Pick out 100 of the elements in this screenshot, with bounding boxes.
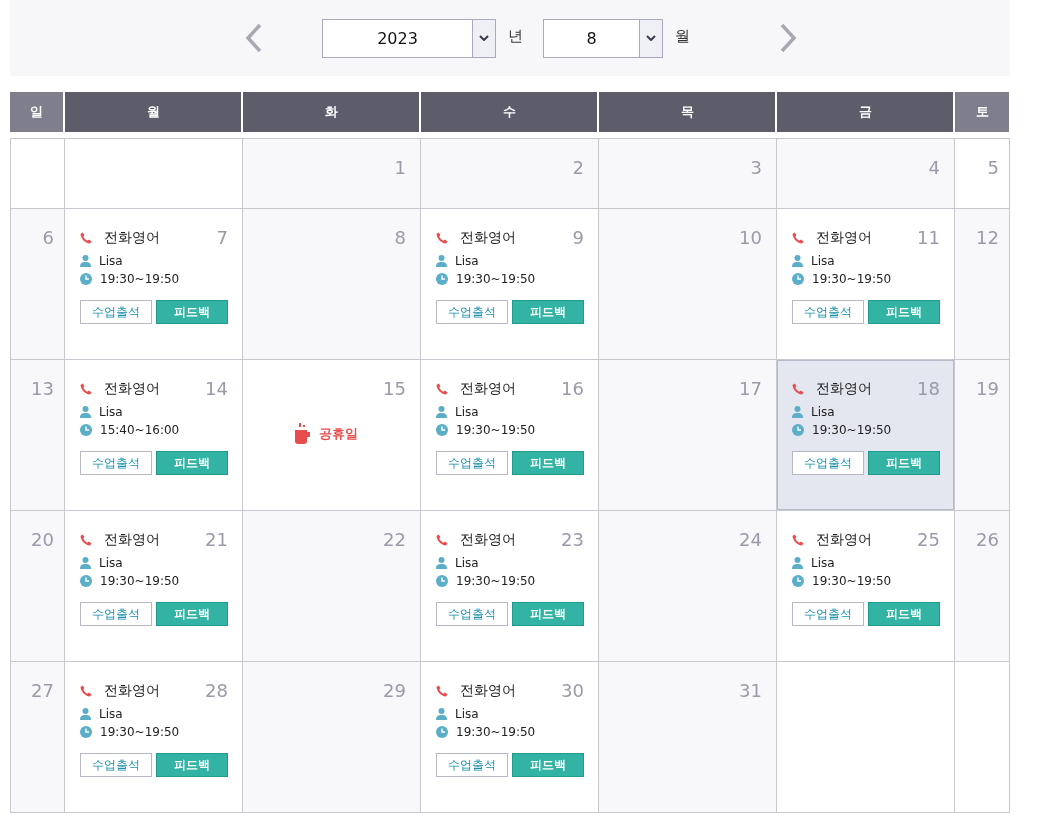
day-number: 28	[205, 680, 228, 702]
attendance-button[interactable]: 수업출석	[436, 602, 508, 626]
attendance-button[interactable]: 수업출석	[436, 300, 508, 324]
caret-icon	[646, 35, 656, 41]
lesson-title: 전화영어	[460, 380, 516, 398]
teacher-name: Lisa	[99, 706, 123, 721]
day-number: 3	[750, 157, 762, 179]
clock-icon	[80, 272, 92, 285]
day-number: 19	[976, 378, 999, 400]
feedback-button[interactable]: 피드백	[156, 451, 228, 475]
person-icon	[80, 556, 91, 569]
lesson-time: 15:40~16:00	[100, 422, 180, 437]
lesson-time: 19:30~19:50	[812, 422, 892, 437]
day-number: 15	[383, 378, 406, 400]
attendance-button[interactable]: 수업출석	[80, 451, 152, 475]
teacher-name: Lisa	[99, 404, 123, 419]
person-icon	[436, 556, 447, 569]
teacher-name: Lisa	[455, 555, 479, 570]
person-icon	[792, 254, 803, 267]
teacher-name: Lisa	[811, 404, 835, 419]
teacher-name: Lisa	[99, 555, 123, 570]
attendance-button[interactable]: 수업출석	[792, 451, 864, 475]
day-number: 23	[561, 529, 584, 551]
day-number: 11	[917, 227, 940, 249]
feedback-button[interactable]: 피드백	[512, 753, 584, 777]
clock-icon	[80, 725, 92, 738]
coffee-cup-icon	[294, 423, 311, 445]
teacher-name: Lisa	[455, 253, 479, 268]
lesson-title: 전화영어	[104, 229, 160, 247]
weekday-header: 월	[65, 92, 241, 132]
teacher-name: Lisa	[99, 253, 123, 268]
next-month-icon[interactable]	[778, 23, 798, 53]
month-select[interactable]: 8	[543, 18, 663, 58]
day-number: 30	[561, 680, 584, 702]
lesson-title: 전화영어	[104, 380, 160, 398]
weekday-header: 토	[955, 92, 1009, 132]
attendance-button[interactable]: 수업출석	[436, 451, 508, 475]
lesson-time: 19:30~19:50	[100, 271, 180, 286]
day-number: 7	[216, 227, 228, 249]
feedback-button[interactable]: 피드백	[512, 451, 584, 475]
person-icon	[792, 556, 803, 569]
day-number: 24	[739, 529, 762, 551]
phone-icon	[792, 383, 804, 395]
feedback-button[interactable]: 피드백	[868, 451, 940, 475]
phone-icon	[792, 232, 804, 244]
day-number: 13	[31, 378, 54, 400]
teacher-name: Lisa	[811, 555, 835, 570]
person-icon	[436, 254, 447, 267]
lesson-title: 전화영어	[460, 531, 516, 549]
day-number: 25	[917, 529, 940, 551]
person-icon	[792, 405, 803, 418]
attendance-button[interactable]: 수업출석	[792, 602, 864, 626]
lesson-time: 19:30~19:50	[456, 271, 536, 286]
clock-icon	[436, 272, 448, 285]
day-number: 10	[739, 227, 762, 249]
clock-icon	[80, 574, 92, 587]
clock-icon	[792, 272, 804, 285]
attendance-button[interactable]: 수업출석	[80, 300, 152, 324]
clock-icon	[436, 574, 448, 587]
feedback-button[interactable]: 피드백	[868, 300, 940, 324]
day-number: 26	[976, 529, 999, 551]
previous-month-icon[interactable]	[244, 23, 264, 53]
attendance-button[interactable]: 수업출석	[80, 753, 152, 777]
lesson-title: 전화영어	[460, 682, 516, 700]
lesson-title: 전화영어	[816, 380, 872, 398]
phone-icon	[436, 232, 448, 244]
attendance-button[interactable]: 수업출석	[792, 300, 864, 324]
teacher-name: Lisa	[811, 253, 835, 268]
day-number: 16	[561, 378, 584, 400]
lesson-title: 전화영어	[816, 229, 872, 247]
attendance-button[interactable]: 수업출석	[436, 753, 508, 777]
day-number: 21	[205, 529, 228, 551]
lesson-title: 전화영어	[816, 531, 872, 549]
lesson-title: 전화영어	[104, 531, 160, 549]
day-number: 22	[383, 529, 406, 551]
person-icon	[80, 707, 91, 720]
phone-icon	[80, 534, 92, 546]
feedback-button[interactable]: 피드백	[512, 602, 584, 626]
lesson-title: 전화영어	[104, 682, 160, 700]
phone-icon	[792, 534, 804, 546]
person-icon	[436, 405, 447, 418]
attendance-button[interactable]: 수업출석	[80, 602, 152, 626]
lesson-title: 전화영어	[460, 229, 516, 247]
feedback-button[interactable]: 피드백	[512, 300, 584, 324]
phone-icon	[80, 232, 92, 244]
feedback-button[interactable]: 피드백	[156, 300, 228, 324]
clock-icon	[436, 725, 448, 738]
lesson-time: 19:30~19:50	[100, 724, 180, 739]
lesson-time: 19:30~19:50	[100, 573, 180, 588]
year-select[interactable]: 2023	[322, 18, 496, 58]
day-number: 18	[917, 378, 940, 400]
person-icon	[80, 405, 91, 418]
weekday-header: 금	[777, 92, 953, 132]
phone-icon	[80, 685, 92, 697]
phone-icon	[436, 534, 448, 546]
clock-icon	[792, 574, 804, 587]
feedback-button[interactable]: 피드백	[868, 602, 940, 626]
feedback-button[interactable]: 피드백	[156, 602, 228, 626]
feedback-button[interactable]: 피드백	[156, 753, 228, 777]
lesson-time: 19:30~19:50	[812, 573, 892, 588]
